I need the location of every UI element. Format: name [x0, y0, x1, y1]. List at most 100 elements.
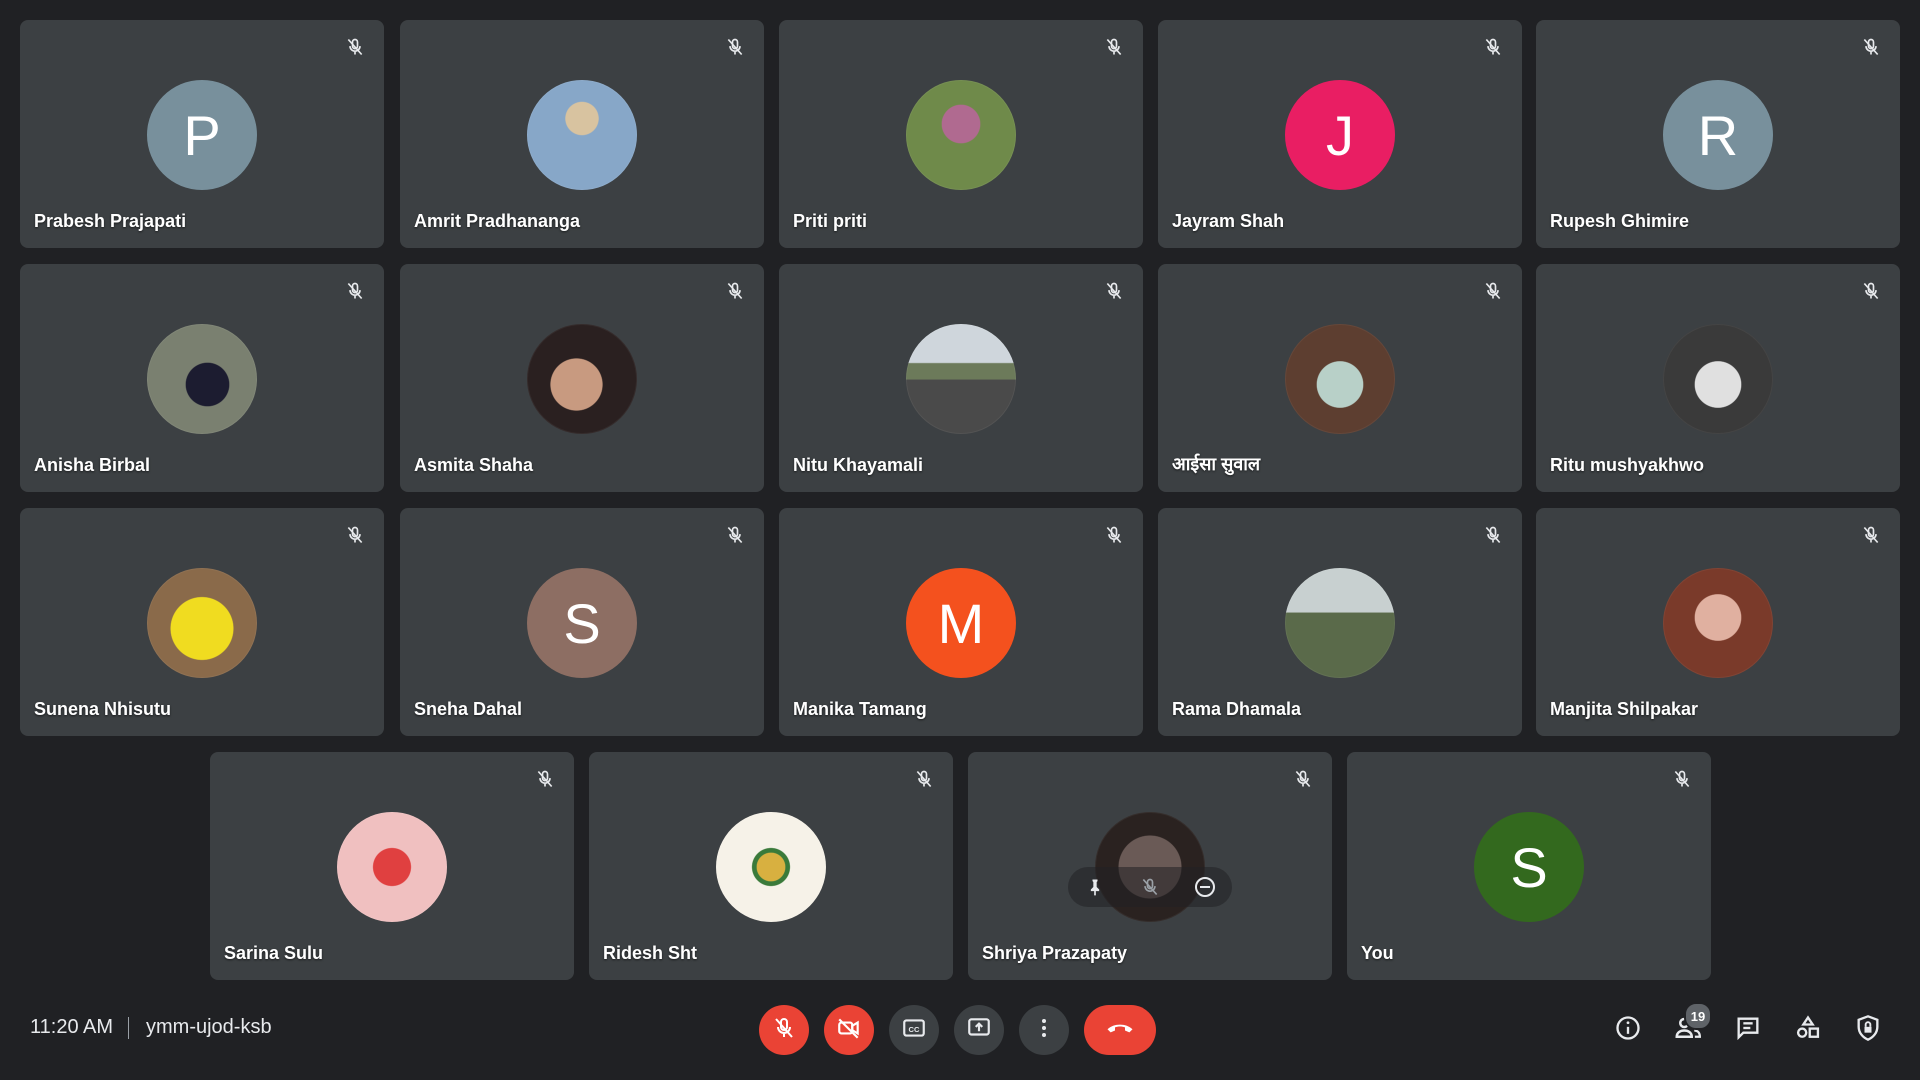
participant-tile[interactable]: Shriya Prazapaty [968, 752, 1332, 980]
meeting-details-button[interactable] [1608, 1010, 1648, 1050]
tile-hover-controls [1068, 867, 1232, 907]
participant-name: Anisha Birbal [34, 455, 151, 475]
avatar-photo [1663, 568, 1773, 678]
mic-off-icon [1856, 520, 1886, 550]
chat-button[interactable] [1728, 1010, 1768, 1050]
host-controls-icon [1854, 1014, 1882, 1047]
info-icon [1614, 1014, 1642, 1047]
captions-button[interactable]: CC [889, 1005, 939, 1055]
mic-off-icon [1667, 764, 1697, 794]
avatar-photo [1663, 324, 1773, 434]
avatar-photo [906, 324, 1016, 434]
avatar: S [1474, 812, 1584, 922]
participant-tile[interactable]: M Manika Tamang [779, 508, 1143, 736]
participant-name: Ridesh Sht [603, 943, 698, 963]
end-call-icon [1105, 1013, 1135, 1048]
more-options-icon [1032, 1016, 1056, 1045]
avatar-photo [1285, 324, 1395, 434]
show-everyone-button[interactable]: 19 [1668, 1002, 1712, 1050]
participant-name: Sarina Sulu [224, 943, 324, 963]
present-now-button[interactable] [954, 1005, 1004, 1055]
avatar-photo [527, 80, 637, 190]
mic-off-icon [1856, 276, 1886, 306]
more-options-button[interactable] [1019, 1005, 1069, 1055]
participant-tile[interactable]: Rama Dhamala [1158, 508, 1522, 736]
participant-name: Jayram Shah [1172, 211, 1285, 231]
remove-icon[interactable] [1190, 872, 1220, 902]
participant-tile[interactable]: Ritu mushyakhwo [1536, 264, 1900, 492]
avatar: J [1285, 80, 1395, 190]
meeting-code: ymm-ujod-ksb [146, 1016, 272, 1038]
participant-tile[interactable]: J Jayram Shah [1158, 20, 1522, 248]
present-icon [966, 1015, 992, 1046]
host-controls-button[interactable] [1848, 1010, 1888, 1050]
avatar: P [147, 80, 257, 190]
mic-off-icon [530, 764, 560, 794]
avatar-photo [337, 812, 447, 922]
mute-icon[interactable] [1135, 872, 1165, 902]
mic-off-icon [1099, 32, 1129, 62]
avatar: R [1663, 80, 1773, 190]
svg-text:CC: CC [909, 1024, 920, 1033]
leave-call-button[interactable] [1084, 1005, 1156, 1055]
participant-name: Prabesh Prajapati [34, 211, 187, 231]
participant-tile[interactable]: R Rupesh Ghimire [1536, 20, 1900, 248]
avatar-photo [716, 812, 826, 922]
participant-name: You [1361, 943, 1394, 963]
participant-tile[interactable]: Sarina Sulu [210, 752, 574, 980]
participant-tile[interactable]: Manjita Shilpakar [1536, 508, 1900, 736]
participant-name: Sneha Dahal [414, 699, 523, 719]
avatar-photo [1285, 568, 1395, 678]
people-count-badge: 19 [1684, 1002, 1712, 1030]
participant-tile[interactable]: Asmita Shaha [400, 264, 764, 492]
participant-tile[interactable]: Nitu Khayamali [779, 264, 1143, 492]
avatar-photo [147, 568, 257, 678]
participant-name: Shriya Prazapaty [982, 943, 1128, 963]
mic-off-icon [720, 32, 750, 62]
pin-icon[interactable] [1080, 872, 1110, 902]
mic-off-icon [720, 276, 750, 306]
participant-name: Priti priti [793, 211, 868, 231]
participant-name: Manika Tamang [793, 699, 927, 719]
avatar-photo [906, 80, 1016, 190]
mic-off-icon [1288, 764, 1318, 794]
mic-off-icon [1856, 32, 1886, 62]
mic-off-icon [1099, 520, 1129, 550]
avatar-photo [527, 324, 637, 434]
participant-tile[interactable]: Amrit Pradhananga [400, 20, 764, 248]
participant-tile[interactable]: S Sneha Dahal [400, 508, 764, 736]
divider [128, 1017, 129, 1039]
camera-toggle-button[interactable] [824, 1005, 874, 1055]
participant-name: Ritu mushyakhwo [1550, 455, 1705, 475]
activities-icon [1794, 1014, 1822, 1047]
participant-name: Rama Dhamala [1172, 699, 1302, 719]
participant-tile[interactable]: Anisha Birbal [20, 264, 384, 492]
participant-name: Nitu Khayamali [793, 455, 924, 475]
participant-tile[interactable]: Sunena Nhisutu [20, 508, 384, 736]
mic-off-icon [909, 764, 939, 794]
participant-tile[interactable]: आईसा सुवाल [1158, 264, 1522, 492]
mic-off-icon [1478, 276, 1508, 306]
chat-icon [1734, 1014, 1762, 1047]
mic-off-icon [772, 1016, 796, 1045]
activities-button[interactable] [1788, 1010, 1828, 1050]
mic-off-icon [340, 520, 370, 550]
mic-off-icon [1099, 276, 1129, 306]
participant-name: आईसा सुवाल [1172, 454, 1261, 474]
participant-name: Amrit Pradhananga [414, 211, 581, 231]
participant-name: Manjita Shilpakar [1550, 699, 1699, 719]
mic-off-icon [340, 276, 370, 306]
participant-tile[interactable]: Ridesh Sht [589, 752, 953, 980]
participant-tile-self[interactable]: S You [1347, 752, 1711, 980]
mic-off-icon [720, 520, 750, 550]
microphone-toggle-button[interactable] [759, 1005, 809, 1055]
participant-name: Sunena Nhisutu [34, 699, 172, 719]
avatar: S [527, 568, 637, 678]
participant-name: Rupesh Ghimire [1550, 211, 1690, 231]
clock: 11:20 AM [30, 1016, 114, 1038]
camera-off-icon [836, 1015, 862, 1046]
participant-tile[interactable]: Priti priti [779, 20, 1143, 248]
avatar: M [906, 568, 1016, 678]
participant-tile[interactable]: P Prabesh Prajapati [20, 20, 384, 248]
avatar-photo [147, 324, 257, 434]
